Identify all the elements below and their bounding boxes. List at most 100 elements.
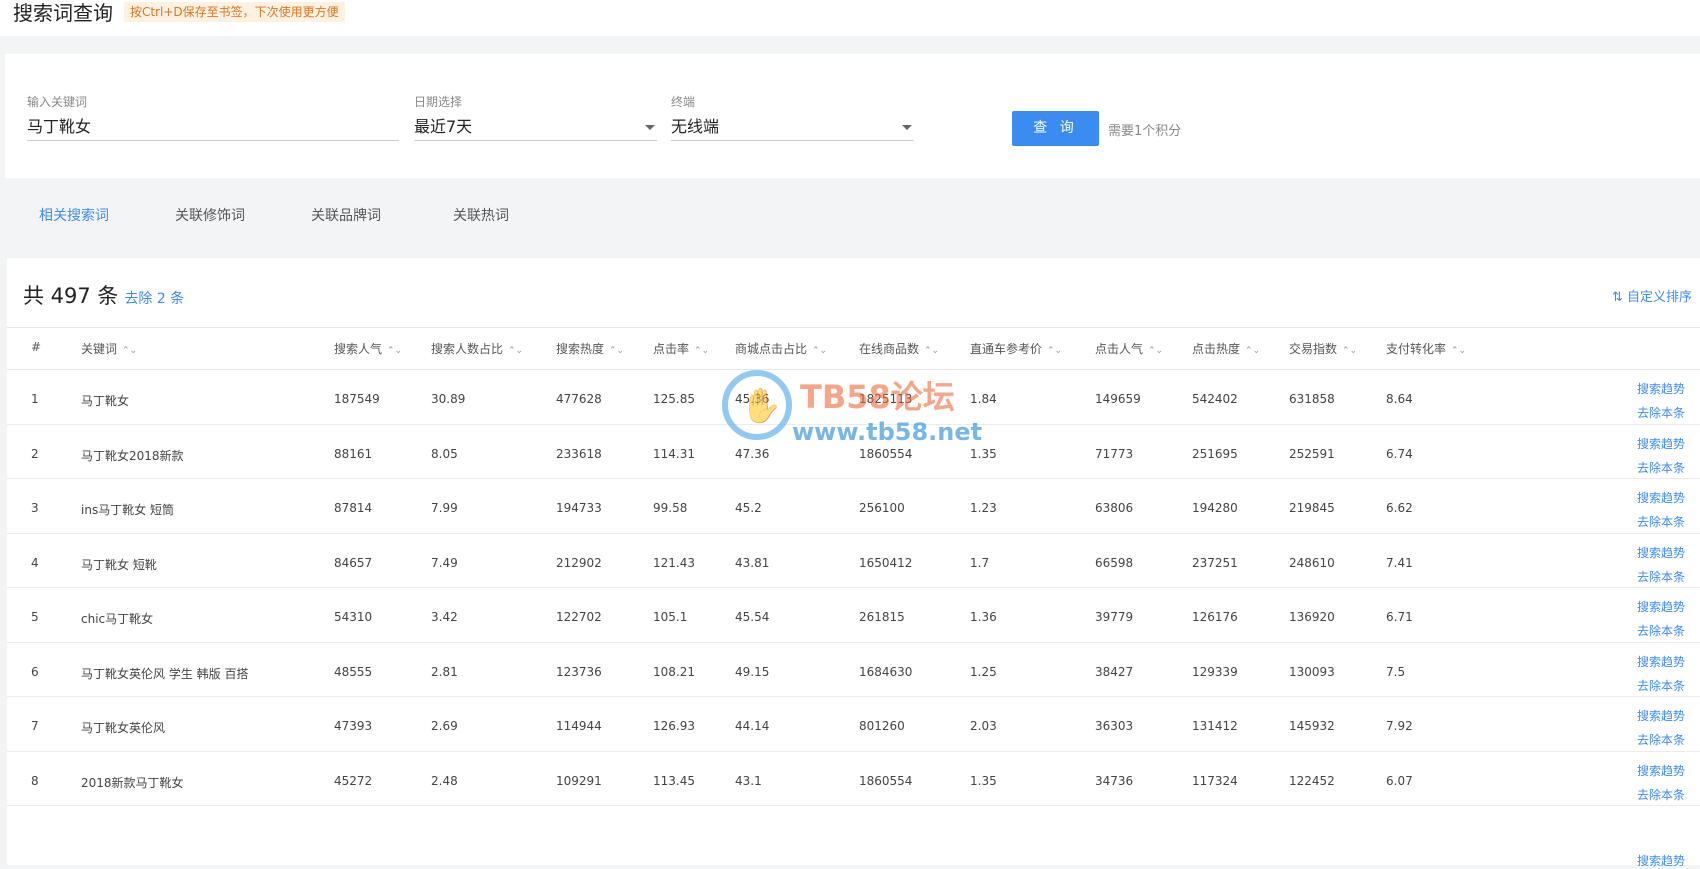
total-text: 共 497 条 <box>23 284 119 308</box>
search-trend-link[interactable]: 搜索趋势 <box>1637 489 1685 506</box>
col-online-items-cell: 1650412 <box>859 555 913 570</box>
col-index-header: # <box>31 340 41 354</box>
col-conversion-rate-cell: 7.5 <box>1386 664 1406 679</box>
col-keyword-cell: chic马丁靴女 <box>81 612 154 626</box>
col-click-heat-header[interactable]: 点击热度 ⌃⌄ <box>1192 340 1260 357</box>
remove-row-link[interactable]: 去除本条 <box>1637 786 1685 803</box>
col-click-popularity-cell: 149659 <box>1095 392 1141 406</box>
col-conversion-rate-cell: 6.74 <box>1386 446 1413 461</box>
col-click-popularity-header[interactable]: 点击人气 ⌃⌄ <box>1095 340 1163 357</box>
col-mall-click-share-cell: 47.36 <box>735 446 770 461</box>
remove-row-link[interactable]: 去除本条 <box>1637 622 1685 639</box>
col-conversion-rate-cell: 8.64 <box>1386 392 1413 406</box>
search-trend-link[interactable]: 搜索趋势 <box>1637 707 1685 724</box>
tab-related-search[interactable]: 相关搜索词 <box>39 205 109 225</box>
col-conversion-rate-cell: 6.07 <box>1386 773 1413 788</box>
date-select[interactable]: 最近7天 <box>414 114 657 141</box>
column-label: 支付转化率 <box>1386 342 1447 356</box>
keyword-label: 输入关键词 <box>27 95 88 109</box>
col-online-items-cell: 261815 <box>859 610 905 624</box>
search-trend-link[interactable]: 搜索趋势 <box>1637 653 1685 670</box>
col-search-popularity-cell: 87814 <box>334 501 373 515</box>
col-keyword-header[interactable]: 关键词 ⌃⌄ <box>81 340 137 357</box>
col-click-popularity-cell: 34736 <box>1095 773 1134 788</box>
col-ctr-header[interactable]: 点击率 ⌃⌄ <box>653 340 709 357</box>
sort-icon: ⌃⌄ <box>1148 346 1164 356</box>
col-trade-index-cell: 122452 <box>1289 773 1335 788</box>
col-trade-index-cell: 252591 <box>1289 446 1335 461</box>
column-label: 关键词 <box>81 342 118 356</box>
sort-arrows-icon: ⇅ <box>1611 290 1627 305</box>
col-conversion-rate-header[interactable]: 支付转化率 ⌃⌄ <box>1386 340 1466 357</box>
search-trend-link[interactable]: 搜索趋势 <box>1637 544 1685 561</box>
col-conversion-rate-cell: 6.71 <box>1386 610 1413 624</box>
col-mall-click-share-cell: 49.15 <box>735 664 770 679</box>
col-search-heat-header[interactable]: 搜索热度 ⌃⌄ <box>556 340 624 357</box>
sort-icon: ⌃⌄ <box>508 346 524 356</box>
col-trade-index-cell: 631858 <box>1289 392 1335 406</box>
remove-row-link[interactable]: 去除本条 <box>1637 513 1685 530</box>
custom-sort-label: 自定义排序 <box>1626 290 1692 305</box>
remove-row-link[interactable]: 去除本条 <box>1637 404 1685 421</box>
col-trade-index-cell: 219845 <box>1289 501 1335 515</box>
sort-icon: ⌃⌄ <box>1047 346 1063 356</box>
col-index-cell: 2 <box>31 446 39 461</box>
keyword-input[interactable]: 马丁靴女 <box>27 114 399 141</box>
col-trade-index-header[interactable]: 交易指数 ⌃⌄ <box>1289 340 1357 357</box>
tab-related-brand[interactable]: 关联品牌词 <box>311 205 381 225</box>
date-label: 日期选择 <box>414 95 463 109</box>
col-mall-click-share-header[interactable]: 商城点击占比 ⌃⌄ <box>735 340 827 357</box>
col-mall-click-share-cell: 45.54 <box>735 610 770 624</box>
custom-sort-button[interactable]: ⇅ 自定义排序 <box>1612 286 1692 305</box>
col-ctr-cell: 126.93 <box>653 719 695 733</box>
sort-icon: ⌃⌄ <box>387 346 403 356</box>
col-click-heat-cell: 251695 <box>1192 446 1238 461</box>
col-ctr-cell: 99.58 <box>653 501 688 515</box>
col-cpc-price-cell: 1.35 <box>970 773 997 788</box>
column-label: 交易指数 <box>1289 342 1338 356</box>
col-search-share-header[interactable]: 搜索人数占比 ⌃⌄ <box>431 340 523 357</box>
search-trend-link[interactable]: 搜索趋势 <box>1637 380 1685 397</box>
search-trend-link[interactable]: 搜索趋势 <box>1637 598 1685 615</box>
chevron-down-icon <box>645 125 655 130</box>
col-online-items-cell: 801260 <box>859 719 905 733</box>
col-keyword-cell: 2018新款马丁靴女 <box>81 775 184 790</box>
keyword-field-group: 输入关键词 马丁靴女 <box>27 94 399 141</box>
col-search-heat-cell: 233618 <box>556 446 602 461</box>
tab-related-modifier[interactable]: 关联修饰词 <box>175 205 245 225</box>
remove-row-link[interactable]: 去除本条 <box>1637 677 1685 694</box>
search-trend-link[interactable]: 搜索趋势 <box>1637 762 1685 779</box>
table-row: 7 马丁靴女英伦风 47393 2.69 114944 126.93 44.14 801260… <box>7 697 1700 752</box>
col-click-heat-cell: 126176 <box>1192 610 1238 624</box>
col-search-share-cell: 7.99 <box>431 501 458 515</box>
query-button[interactable]: 查 询 <box>1012 111 1099 146</box>
table-row: 5 chic马丁靴女 54310 3.42 122702 105.1 45.54 261815… <box>7 588 1700 643</box>
column-label: 点击热度 <box>1192 342 1241 356</box>
sort-icon: ⌃⌄ <box>924 346 940 356</box>
table-row: 4 马丁靴女 短靴 84657 7.49 212902 121.43 43.81 165041… <box>7 534 1700 588</box>
column-label: 点击人气 <box>1095 342 1144 356</box>
terminal-select[interactable]: 无线端 <box>671 114 914 141</box>
col-search-share-cell: 2.81 <box>431 664 458 679</box>
remove-row-link[interactable]: 去除本条 <box>1637 459 1685 476</box>
column-label: 直通车参考价 <box>970 342 1043 356</box>
search-trend-link[interactable]: 搜索趋势 <box>1637 435 1685 452</box>
col-search-popularity-header[interactable]: 搜索人气 ⌃⌄ <box>334 340 402 357</box>
sort-icon: ⌃⌄ <box>1451 346 1467 356</box>
bookmark-tip: 按Ctrl+D保存至书签，下次使用更方便 <box>124 2 345 22</box>
col-search-share-cell: 2.69 <box>431 719 458 733</box>
remove-row-link[interactable]: 去除本条 <box>1637 568 1685 585</box>
page-title: 搜索词查询 <box>13 1 113 25</box>
col-cpc-price-header[interactable]: 直通车参考价 ⌃⌄ <box>970 340 1062 357</box>
remove-count-link[interactable]: 去除 2 条 <box>124 291 184 307</box>
date-select-value: 最近7天 <box>414 117 473 136</box>
col-cpc-price-cell: 1.23 <box>970 501 997 515</box>
column-label: 搜索人气 <box>334 342 383 356</box>
col-click-heat-cell: 131412 <box>1192 719 1238 733</box>
col-online-items-header[interactable]: 在线商品数 ⌃⌄ <box>859 340 939 357</box>
tab-related-hot[interactable]: 关联热词 <box>453 205 509 225</box>
col-search-heat-cell: 194733 <box>556 501 602 515</box>
col-search-popularity-cell: 88161 <box>334 446 373 461</box>
remove-row-link[interactable]: 去除本条 <box>1637 731 1685 748</box>
search-trend-link[interactable]: 搜索趋势 <box>1637 852 1685 869</box>
